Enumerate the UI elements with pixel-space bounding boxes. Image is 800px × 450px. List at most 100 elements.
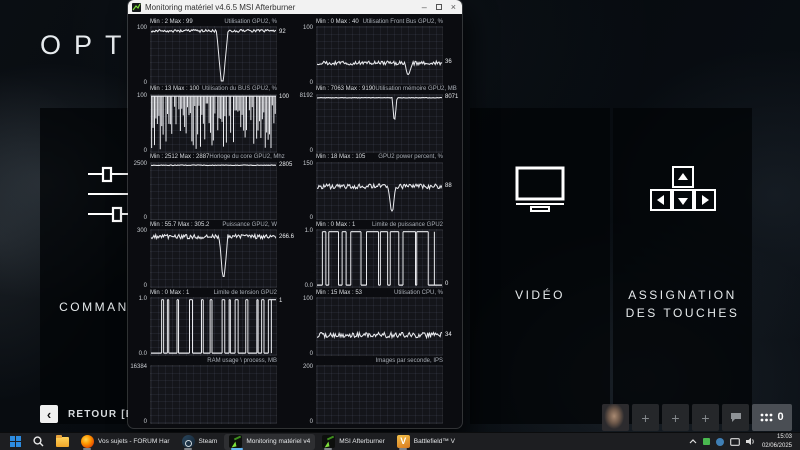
minimize-button[interactable]: – (422, 2, 427, 12)
graph-y-axis: 100 0 (136, 25, 147, 86)
graph-minmax: Min : 0 Max : 40 (316, 18, 359, 25)
graph-y-axis: 1.0 0.0 (138, 296, 147, 358)
graph-column-right: Min : 0 Max : 40 Utilisation Front Bus GP… (298, 17, 459, 425)
monitoring-window-button[interactable]: Monitoring matériel v4 (224, 433, 316, 450)
graph-gpu-power: Min : 55.7 Max : 305.2 Puissance GPU2, W 3… (132, 220, 295, 290)
graph-title: Utilisation du BUS GPU2, % (201, 86, 277, 93)
graph-current-value: 36 (445, 59, 452, 66)
running-indicator (231, 447, 244, 450)
maximize-button[interactable] (435, 4, 442, 10)
graph-plot (316, 297, 443, 357)
tray-chevron-up-icon[interactable] (689, 439, 697, 444)
screen: OPTIONS COMMANDES VIDÉO (0, 0, 800, 450)
graph-minmax: Min : 15 Max : 53 (316, 289, 363, 296)
graph-minmax: Min : 55.7 Max : 305.2 (150, 221, 210, 228)
graph-plot (316, 93, 443, 153)
graph-title: Utilisation GPU2, % (224, 18, 277, 25)
graph-title: Images par seconde, IPS (375, 357, 443, 364)
firefox-window-label: Vos sujets - FORUM Har (98, 438, 170, 445)
graph-power-limit: Min : 0 Max : 1 Limite de puissance GPU2 1… (298, 220, 458, 290)
panel-video[interactable]: VIDÉO (470, 108, 610, 424)
battlefield-window-label: Battlefield™ V (413, 438, 455, 445)
graph-title: Horloge du core GPU2, Mhz (209, 154, 285, 161)
graph-plot (150, 297, 277, 357)
graph-minmax: Min : 0 Max : 1 (316, 221, 356, 228)
graph-y-axis: 16384 0 (130, 364, 147, 425)
running-indicator (83, 447, 91, 450)
graph-plot (150, 161, 277, 221)
graph-title: Utilisation CPU, % (393, 289, 443, 296)
firefox-window-button[interactable]: Vos sujets - FORUM Har (76, 434, 175, 450)
tray-afterburner-icon[interactable] (702, 438, 710, 445)
volume-icon[interactable] (745, 437, 756, 446)
graph-y-axis: 2500 0 (133, 160, 147, 222)
monitoring-window-label: Monitoring matériel v4 (246, 438, 311, 445)
steam-window-button[interactable]: Steam (177, 434, 223, 450)
graph-core-clock: Min : 2512 Max : 2887 Horloge du core GPU… (132, 153, 293, 222)
touch-keyboard-icon[interactable] (730, 437, 740, 446)
graph-voltage-limit: Min : 0 Max : 1 Limite de tension GPU2 1.0… (132, 288, 292, 358)
add-slot-button-3[interactable]: + (692, 404, 719, 431)
graph-y-axis: 8192 0 (299, 92, 313, 154)
tray-steam-icon[interactable] (715, 437, 724, 446)
graph-y-axis: 1.0 0.0 (304, 228, 313, 290)
afterburner-monitor-icon (229, 435, 243, 448)
graph-current-value: 2805 (279, 161, 293, 168)
graph-mem-usage: Min : 7063 Max : 9190 Utilisation mémoire… (298, 85, 459, 154)
battlefield-window-button[interactable]: V Battlefield™ V (392, 434, 460, 450)
taskbar-clock[interactable]: 15:03 02/06/2025 (762, 433, 792, 449)
graph-ram-usage: RAM usage \ process, MB 16384 0 (130, 356, 292, 425)
graph-cpu-usage: Min : 15 Max : 53 Utilisation CPU, % 100 0 3… (298, 288, 458, 358)
start-button[interactable] (5, 434, 26, 450)
chat-button[interactable] (722, 404, 749, 431)
social-row: + + + 0 (602, 404, 792, 431)
graph-title: Utilisation mémoire GPU2, MB (375, 86, 457, 93)
chat-bubble-icon (730, 413, 741, 422)
graph-y-axis: 150 0 (302, 160, 313, 222)
graph-current-value: 266.6 (279, 233, 295, 240)
window-title: Monitoring matériel v4.6.5 MSI Afterburn… (145, 2, 296, 12)
close-button[interactable]: × (451, 2, 456, 12)
add-slot-button-2[interactable]: + (662, 404, 689, 431)
panel-video-label: VIDÉO (515, 288, 565, 302)
firefox-icon (81, 435, 94, 448)
graph-fps: Images par seconde, IPS 200 0 (298, 356, 458, 425)
system-tray: 15:03 02/06/2025 (689, 433, 795, 449)
graph-current-value: 100 (279, 93, 290, 100)
graph-current-value: 92 (279, 28, 286, 35)
graph-minmax: Min : 13 Max : 100 (150, 86, 200, 93)
squad-count-button[interactable]: 0 (752, 404, 792, 431)
graph-minmax: Min : 2512 Max : 2887 (150, 154, 210, 161)
graph-title: GPU2 power percent, % (378, 154, 443, 161)
graph-title: Utilisation Front Bus GPU2, % (362, 18, 443, 25)
afterburner-titlebar[interactable]: Monitoring matériel v4.6.5 MSI Afterburn… (128, 0, 462, 14)
graph-minmax: Min : 0 Max : 1 (150, 289, 190, 296)
search-button[interactable] (28, 434, 49, 450)
graph-plot (316, 161, 443, 221)
avatar[interactable] (602, 404, 629, 431)
graph-y-axis: 100 0 (302, 296, 313, 358)
graph-plot (150, 26, 277, 85)
taskbar: Vos sujets - FORUM Har Steam Monitoring … (0, 432, 800, 450)
graph-y-axis: 300 0 (136, 228, 147, 290)
graph-title: RAM usage \ process, MB (207, 357, 277, 364)
running-indicator (183, 447, 192, 450)
graph-bus-usage: Min : 13 Max : 100 Utilisation du BUS GPU… (132, 85, 292, 153)
graph-plot (150, 93, 277, 153)
add-slot-button-1[interactable]: + (632, 404, 659, 431)
sliders-icon (88, 166, 132, 223)
steam-icon (181, 435, 195, 448)
squad-count: 0 (777, 411, 784, 423)
msi-afterburner-window-button[interactable]: MSI Afterburner (317, 434, 390, 450)
graph-column-left: Min : 2 Max : 99 Utilisation GPU2, % 100 0 9… (130, 17, 295, 425)
graph-minmax: Min : 18 Max : 105 (316, 154, 366, 161)
graph-current-value: 88 (445, 183, 452, 190)
panel-touches[interactable]: ASSIGNATION DES TOUCHES (613, 108, 752, 424)
graph-plot (150, 365, 277, 424)
clock-time: 15:03 (776, 434, 792, 441)
graph-title: Puissance GPU2, W (222, 221, 277, 228)
folder-icon (56, 434, 69, 447)
file-explorer-button[interactable] (51, 434, 74, 450)
graph-minmax: Min : 7063 Max : 9190 (316, 86, 376, 93)
graph-title: Limite de tension GPU2 (213, 289, 277, 296)
